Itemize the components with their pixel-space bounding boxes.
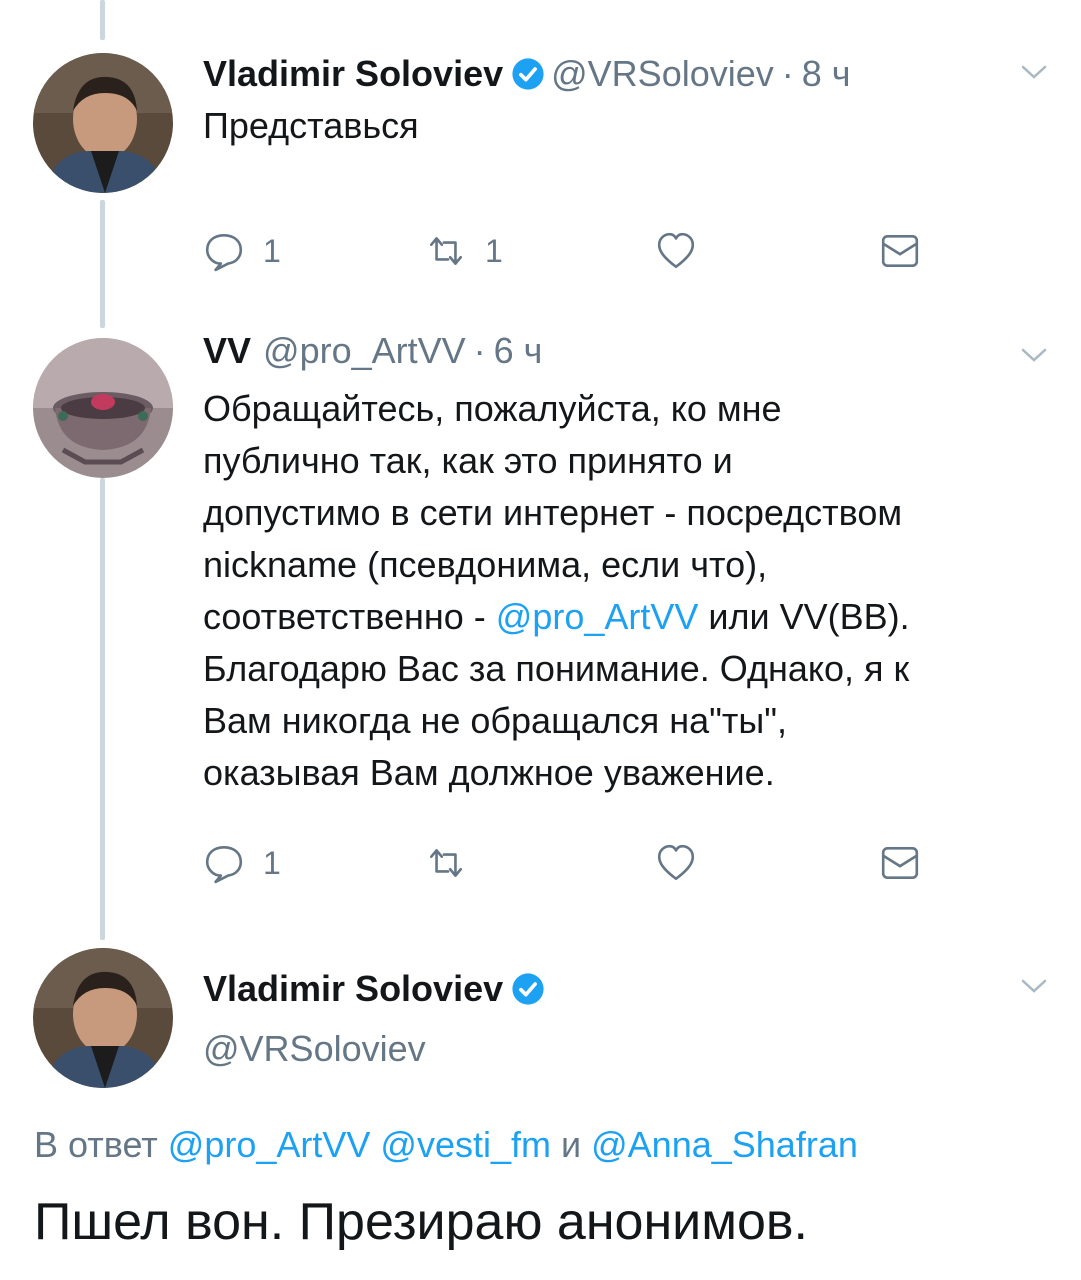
mention-link[interactable]: @Anna_Shafran xyxy=(591,1124,858,1165)
like-button[interactable] xyxy=(655,230,715,272)
reply-count: 1 xyxy=(263,844,281,881)
thread-line-2 xyxy=(100,478,105,940)
reply-icon xyxy=(205,845,243,884)
tweet1-actions: 1 1 xyxy=(203,230,943,272)
tweet2-text: Обращайтесь, пожалуйста, ко мне публично… xyxy=(203,383,910,799)
thread-line-top xyxy=(100,0,105,40)
dm-button[interactable] xyxy=(879,842,939,884)
reply-and: и xyxy=(551,1124,592,1165)
author-handle[interactable]: @VRSoloviev xyxy=(551,53,774,95)
retweet-icon xyxy=(429,237,463,265)
heart-icon xyxy=(657,844,695,881)
tweet-text-line: Обращайтесь, пожалуйста, ко мне xyxy=(203,388,782,429)
tweet3-author: Vladimir Soloviev xyxy=(203,968,551,1010)
mention-link[interactable]: @pro_ArtVV xyxy=(496,596,699,637)
dm-button[interactable] xyxy=(879,230,939,272)
reply-count: 1 xyxy=(263,232,281,269)
verified-badge-icon xyxy=(512,58,544,90)
retweet-button[interactable]: 1 xyxy=(425,230,503,272)
reply-icon xyxy=(205,233,243,272)
tweet2-header: VV @pro_ArtVV · 6 ч xyxy=(203,330,542,372)
timestamp[interactable]: 6 ч xyxy=(494,330,543,372)
timestamp[interactable]: 8 ч xyxy=(802,53,851,95)
retweet-button[interactable] xyxy=(425,842,485,884)
chevron-down-icon[interactable] xyxy=(1021,978,1047,994)
avatar-vladimir-soloviev[interactable] xyxy=(33,948,173,1088)
tweet1-header: Vladimir Soloviev @VRSoloviev · 8 ч xyxy=(203,53,851,95)
thread-line-1 xyxy=(100,200,105,328)
avatar-vv[interactable] xyxy=(33,338,173,478)
author-name[interactable]: VV xyxy=(203,330,251,372)
tweet-text-line: оказывая Вам должное уважение. xyxy=(203,752,775,793)
separator-dot: · xyxy=(781,53,794,94)
separator-dot: · xyxy=(473,330,486,371)
author-handle[interactable]: @VRSoloviev xyxy=(203,1028,426,1070)
reply-prefix: В ответ xyxy=(34,1124,168,1165)
tweet2-actions: 1 xyxy=(203,842,943,884)
tweet1-text: Представься xyxy=(203,105,419,146)
tweet-text-line: nickname (псевдонима, если что), xyxy=(203,544,768,585)
mention-link[interactable]: @pro_ArtVV xyxy=(168,1124,371,1165)
envelope-icon xyxy=(881,234,919,268)
chevron-down-icon[interactable] xyxy=(1021,64,1047,80)
mention-link[interactable]: @vesti_fm xyxy=(380,1124,551,1165)
tweet-text-line: соответственно - @pro_ArtVV или VV(BB). xyxy=(203,591,910,643)
text-fragment: соответственно - xyxy=(203,596,496,637)
like-button[interactable] xyxy=(655,842,715,884)
tweet-text-line: допустимо в сети интернет - посредством xyxy=(203,492,903,533)
retweet-count: 1 xyxy=(485,232,503,269)
verified-badge-icon xyxy=(512,973,544,1005)
heart-icon xyxy=(657,232,695,269)
text-fragment: или VV(BB). xyxy=(698,596,910,637)
retweet-icon xyxy=(429,849,463,877)
avatar-vladimir-soloviev[interactable] xyxy=(33,53,173,193)
author-name[interactable]: Vladimir Soloviev xyxy=(203,53,503,95)
envelope-icon xyxy=(881,846,919,880)
chevron-down-icon[interactable] xyxy=(1021,347,1047,363)
tweet-text-line: Благодарю Вас за понимание. Однако, я к xyxy=(203,648,910,689)
reply-button[interactable]: 1 xyxy=(203,842,281,884)
author-name[interactable]: Vladimir Soloviev xyxy=(203,968,503,1010)
author-handle[interactable]: @pro_ArtVV xyxy=(263,330,466,372)
reply-context: В ответ @pro_ArtVV @vesti_fm и @Anna_Sha… xyxy=(34,1124,858,1166)
tweet-text-line: публично так, как это принято и xyxy=(203,440,733,481)
tweet3-text: Пшел вон. Презираю анонимов. xyxy=(34,1193,808,1251)
reply-button[interactable]: 1 xyxy=(203,230,281,272)
tweet-text-line: Вам никогда не обращался на"ты", xyxy=(203,700,788,741)
